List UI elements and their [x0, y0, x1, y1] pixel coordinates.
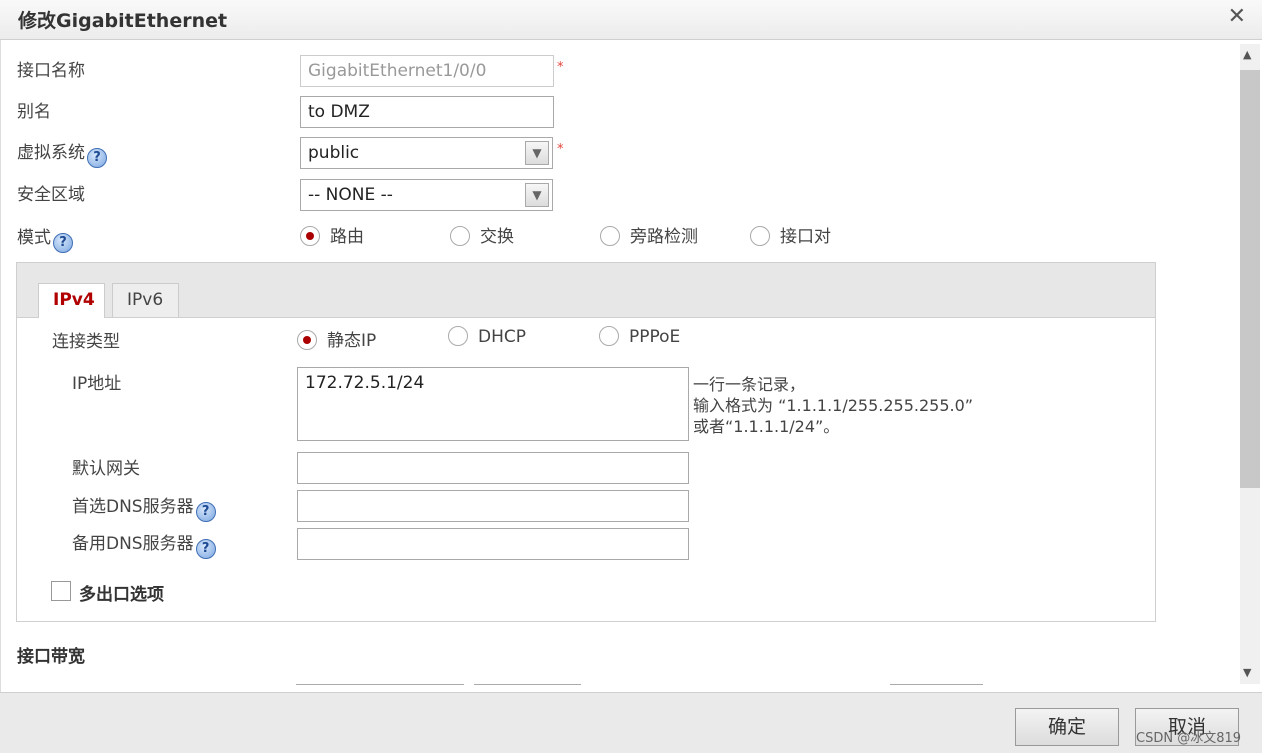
scrollbar-thumb[interactable]	[1240, 70, 1260, 488]
interface-name-label: 接口名称	[17, 61, 85, 81]
chevron-down-icon[interactable]: ▼	[525, 141, 549, 165]
interface-name-field: GigabitEthernet1/0/0	[300, 55, 554, 87]
dns1-input[interactable]	[297, 490, 689, 522]
required-marker: *	[557, 142, 564, 157]
radio-icon[interactable]	[750, 226, 770, 246]
tab-ipv4[interactable]: IPv4	[38, 283, 105, 318]
radio-icon[interactable]	[600, 226, 620, 246]
alias-input[interactable]: to DMZ	[300, 96, 554, 128]
bandwidth-field-edge	[474, 684, 581, 692]
conn-radio-dhcp[interactable]: DHCP	[448, 326, 526, 347]
zone-select[interactable]: -- NONE -- ▼	[300, 179, 553, 211]
vsys-select-value: public	[308, 143, 360, 163]
bandwidth-section-title: 接口带宽	[17, 647, 85, 667]
radio-icon[interactable]	[448, 326, 468, 346]
radio-selected-icon[interactable]	[297, 330, 317, 350]
mode-radio-bypass[interactable]: 旁路检测	[600, 222, 698, 247]
ok-button[interactable]: 确定	[1015, 708, 1119, 746]
chevron-down-icon[interactable]: ▼	[525, 183, 549, 207]
mode-label: 模式?	[17, 223, 73, 253]
conn-type-label: 连接类型	[52, 332, 120, 352]
tab-ipv6[interactable]: IPv6	[112, 283, 179, 317]
scroll-down-icon[interactable]: ▼	[1243, 666, 1251, 679]
bandwidth-field-edge	[890, 684, 983, 692]
bandwidth-field-edge	[296, 684, 464, 692]
alias-label: 别名	[17, 102, 51, 122]
zone-select-value: -- NONE --	[308, 185, 393, 205]
help-icon[interactable]: ?	[195, 539, 216, 559]
required-marker: *	[557, 60, 564, 75]
radio-selected-icon[interactable]	[300, 226, 320, 246]
gateway-input[interactable]	[297, 452, 689, 484]
zone-label: 安全区域	[17, 185, 85, 205]
ip-format-hint: 一行一条记录， 输入格式为 “1.1.1.1/255.255.255.0” 或者…	[693, 375, 974, 436]
dns2-input[interactable]	[297, 528, 689, 560]
conn-radio-pppoe[interactable]: PPPoE	[599, 326, 680, 347]
mode-radio-switch[interactable]: 交换	[450, 222, 514, 247]
close-icon[interactable]: ✕	[1228, 4, 1246, 29]
scroll-up-icon[interactable]: ▲	[1243, 48, 1251, 61]
help-icon[interactable]: ?	[53, 233, 73, 253]
multi-exit-label: 多出口选项	[79, 585, 164, 605]
dns2-label: 备用DNS服务器?	[72, 529, 216, 559]
multi-exit-checkbox[interactable]	[51, 581, 71, 601]
ip-address-textarea[interactable]: 172.72.5.1/24	[297, 367, 689, 441]
radio-icon[interactable]	[599, 326, 619, 346]
watermark: CSDN @冰文819	[1136, 731, 1242, 746]
dialog-title: 修改GigabitEthernet	[18, 10, 228, 32]
help-icon[interactable]: ?	[195, 502, 216, 522]
vsys-label: 虚拟系统?	[17, 138, 107, 168]
mode-radio-pair[interactable]: 接口对	[750, 222, 831, 247]
gateway-label: 默认网关	[72, 459, 140, 479]
tab-strip	[17, 263, 1155, 318]
dns1-label: 首选DNS服务器?	[72, 492, 216, 522]
vsys-select[interactable]: public ▼	[300, 137, 553, 169]
help-icon[interactable]: ?	[87, 148, 107, 168]
radio-icon[interactable]	[450, 226, 470, 246]
mode-radio-route[interactable]: 路由	[300, 222, 364, 247]
conn-radio-static[interactable]: 静态IP	[297, 326, 376, 351]
ip-address-label: IP地址	[72, 374, 122, 394]
